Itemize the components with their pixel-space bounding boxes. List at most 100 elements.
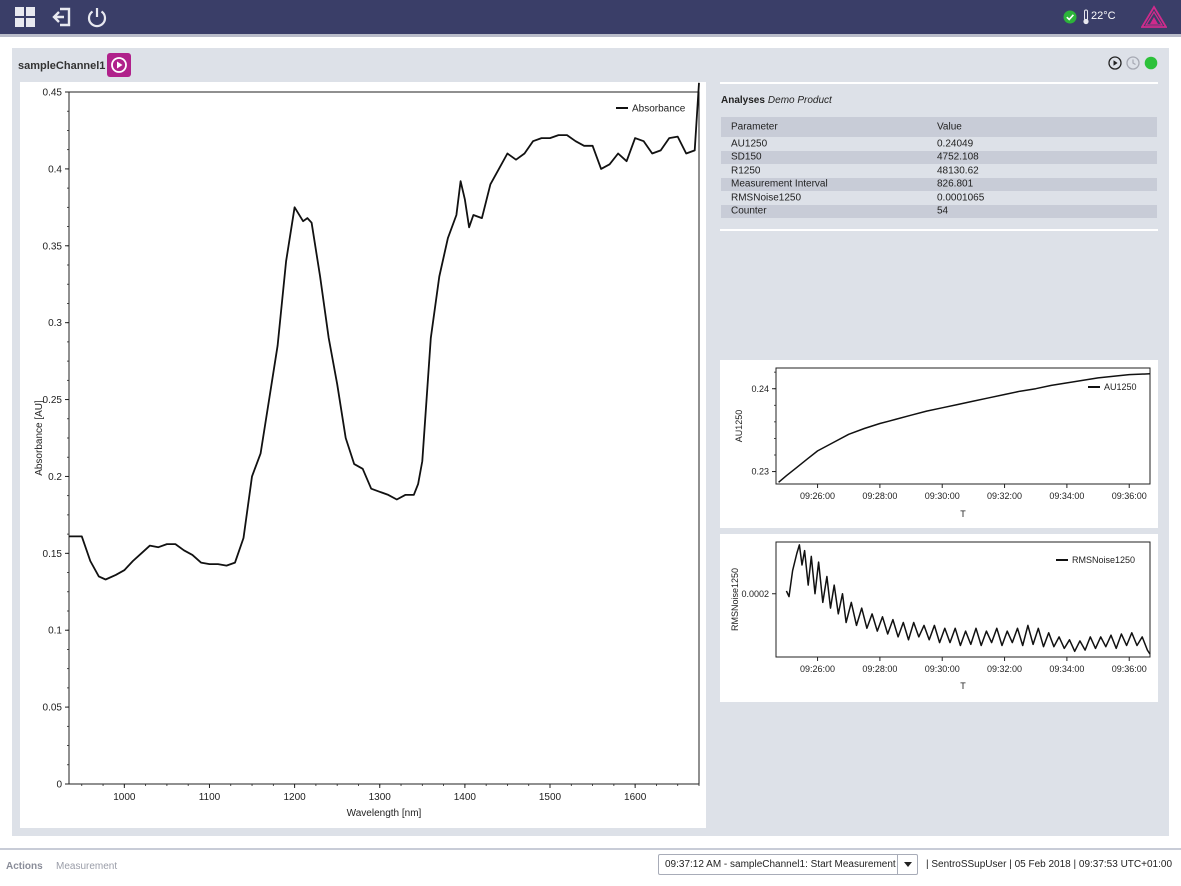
x-tick-label: 1400 [454, 792, 477, 803]
x-tick-label: 1600 [624, 792, 647, 803]
x-tick-label: 09:34:00 [1049, 491, 1084, 501]
status-ok-icon [1063, 10, 1077, 24]
dropdown-toggle[interactable] [897, 855, 917, 874]
row-value: 48130.62 [937, 165, 979, 177]
chevron-down-icon [904, 862, 912, 867]
logout-icon[interactable] [51, 6, 73, 28]
channel-title: sampleChannel1 [18, 60, 106, 72]
table-row[interactable]: RMSNoise1250 0.0001065 [721, 191, 1157, 205]
row-value: 0.24049 [937, 138, 974, 150]
y-tick-label: 0 [56, 780, 62, 791]
row-value: 4752.108 [937, 151, 979, 163]
brand-logo-icon [1141, 5, 1167, 28]
measurement-tab[interactable]: Measurement [56, 861, 117, 872]
row-parameter: SD150 [731, 151, 762, 163]
x-axis-label: Wavelength [nm] [347, 808, 422, 819]
top-bar-shadow [0, 34, 1181, 37]
x-tick-label: 09:30:00 [925, 664, 960, 674]
analyses-header: Analyses Demo Product [721, 95, 832, 106]
y-tick-label: 0.2 [48, 472, 62, 483]
rmsnoise-panel: 09:26:00 09:28:00 09:30:00 09:32:00 09:34:00… [720, 534, 1158, 702]
y-tick-label: 0.45 [43, 88, 63, 99]
au1250-panel: 09:26:00 09:28:00 09:30:00 09:32:00 09:34:00… [720, 360, 1158, 528]
analyses-table: Parameter Value AU1250 0.24049 SD150 475… [721, 117, 1157, 218]
thermometer-icon [1083, 9, 1089, 25]
x-tick-label: 09:30:00 [925, 491, 960, 501]
log-dropdown[interactable]: 09:37:12 AM - sampleChannel1: Start Meas… [658, 854, 918, 875]
clock-icon[interactable] [1126, 56, 1140, 70]
x-tick-label: 1200 [283, 792, 306, 803]
table-row[interactable]: AU1250 0.24049 [721, 137, 1157, 151]
y-tick-label: 0.0002 [741, 589, 769, 599]
x-tick-label: 09:26:00 [800, 664, 835, 674]
x-tick-label: 09:32:00 [987, 491, 1022, 501]
log-dropdown-value: 09:37:12 AM - sampleChannel1: Start Meas… [665, 859, 896, 870]
y-tick-label: 0.05 [43, 703, 63, 714]
session-info: | SentroSSupUser | 05 Feb 2018 | 09:37:5… [926, 859, 1173, 870]
legend-label: RMSNoise1250 [1072, 555, 1135, 565]
x-axis-label: T [960, 681, 966, 691]
table-row[interactable]: SD150 4752.108 [721, 150, 1157, 164]
temperature-readout: 22°C [1091, 10, 1116, 22]
x-tick-label: 1500 [539, 792, 562, 803]
y-tick-label: 0.4 [48, 164, 62, 175]
x-tick-label: 09:28:00 [862, 491, 897, 501]
rmsnoise-chart: 09:26:00 09:28:00 09:30:00 09:32:00 09:34:00… [730, 541, 1151, 691]
series-line [778, 373, 1151, 483]
series-line [69, 82, 700, 581]
analyses-title: Analyses [721, 95, 765, 106]
y-tick-label: 0.23 [751, 467, 769, 477]
analyses-product: Demo Product [767, 95, 832, 106]
y-axis-label: RMSNoise1250 [730, 568, 740, 631]
x-tick-label: 09:36:00 [1112, 491, 1147, 501]
y-tick-label: 0.24 [751, 384, 769, 394]
au1250-chart: 09:26:00 09:28:00 09:30:00 09:32:00 09:34:00… [734, 367, 1151, 519]
legend-label: Absorbance [632, 104, 686, 115]
row-value: 0.0001065 [937, 192, 985, 204]
row-parameter: AU1250 [731, 138, 768, 150]
row-parameter: Counter [731, 205, 767, 217]
table-row[interactable]: Counter 54 [721, 204, 1157, 218]
row-value: 54 [937, 205, 949, 217]
row-parameter: R1250 [731, 165, 761, 177]
table-row[interactable]: R1250 48130.62 [721, 164, 1157, 178]
x-tick-label: 09:36:00 [1112, 664, 1147, 674]
spectrum-chart: 1000 1100 1200 1300 1400 1500 1600 0 0.05 0.1 0.15… [34, 82, 700, 819]
x-tick-label: 1300 [369, 792, 392, 803]
legend-label: AU1250 [1104, 382, 1137, 392]
table-row[interactable]: Measurement Interval 826.801 [721, 177, 1157, 191]
y-tick-label: 0.15 [43, 549, 63, 560]
status-led-icon [1144, 56, 1158, 70]
plot-frame [775, 367, 1151, 485]
dashboard-icon[interactable] [14, 6, 36, 28]
x-axis-label: T [960, 509, 966, 519]
play-circle-icon [111, 57, 127, 73]
column-header-value[interactable]: Value [937, 122, 962, 133]
y-tick-label: 0.1 [48, 626, 62, 637]
x-tick-label: 09:28:00 [862, 664, 897, 674]
x-tick-label: 09:26:00 [800, 491, 835, 501]
analyses-divider-top [720, 82, 1158, 84]
y-axis-label: Absorbance [AU] [34, 400, 45, 476]
column-header-parameter[interactable]: Parameter [731, 122, 778, 133]
actions-tab[interactable]: Actions [6, 861, 43, 872]
row-value: 826.801 [937, 178, 974, 190]
y-tick-label: 0.25 [43, 395, 63, 406]
play-small-icon[interactable] [1108, 56, 1122, 70]
y-axis-label: AU1250 [734, 410, 744, 443]
y-tick-label: 0.3 [48, 318, 62, 329]
start-measurement-button[interactable] [107, 53, 131, 77]
row-parameter: RMSNoise1250 [731, 192, 802, 204]
x-tick-label: 1100 [199, 792, 221, 803]
x-tick-label: 09:34:00 [1049, 664, 1084, 674]
x-tick-label: 09:32:00 [987, 664, 1022, 674]
x-tick-label: 1000 [113, 792, 136, 803]
row-parameter: Measurement Interval [731, 178, 828, 190]
plot-frame [68, 91, 700, 785]
y-tick-label: 0.35 [43, 241, 63, 252]
power-icon[interactable] [86, 6, 108, 28]
analyses-divider-bottom [720, 229, 1158, 231]
top-bar [0, 0, 1181, 34]
table-header: Parameter Value [721, 117, 1157, 137]
spectrum-panel: 1000 1100 1200 1300 1400 1500 1600 0 0.05 0.1 0.15… [20, 82, 706, 828]
